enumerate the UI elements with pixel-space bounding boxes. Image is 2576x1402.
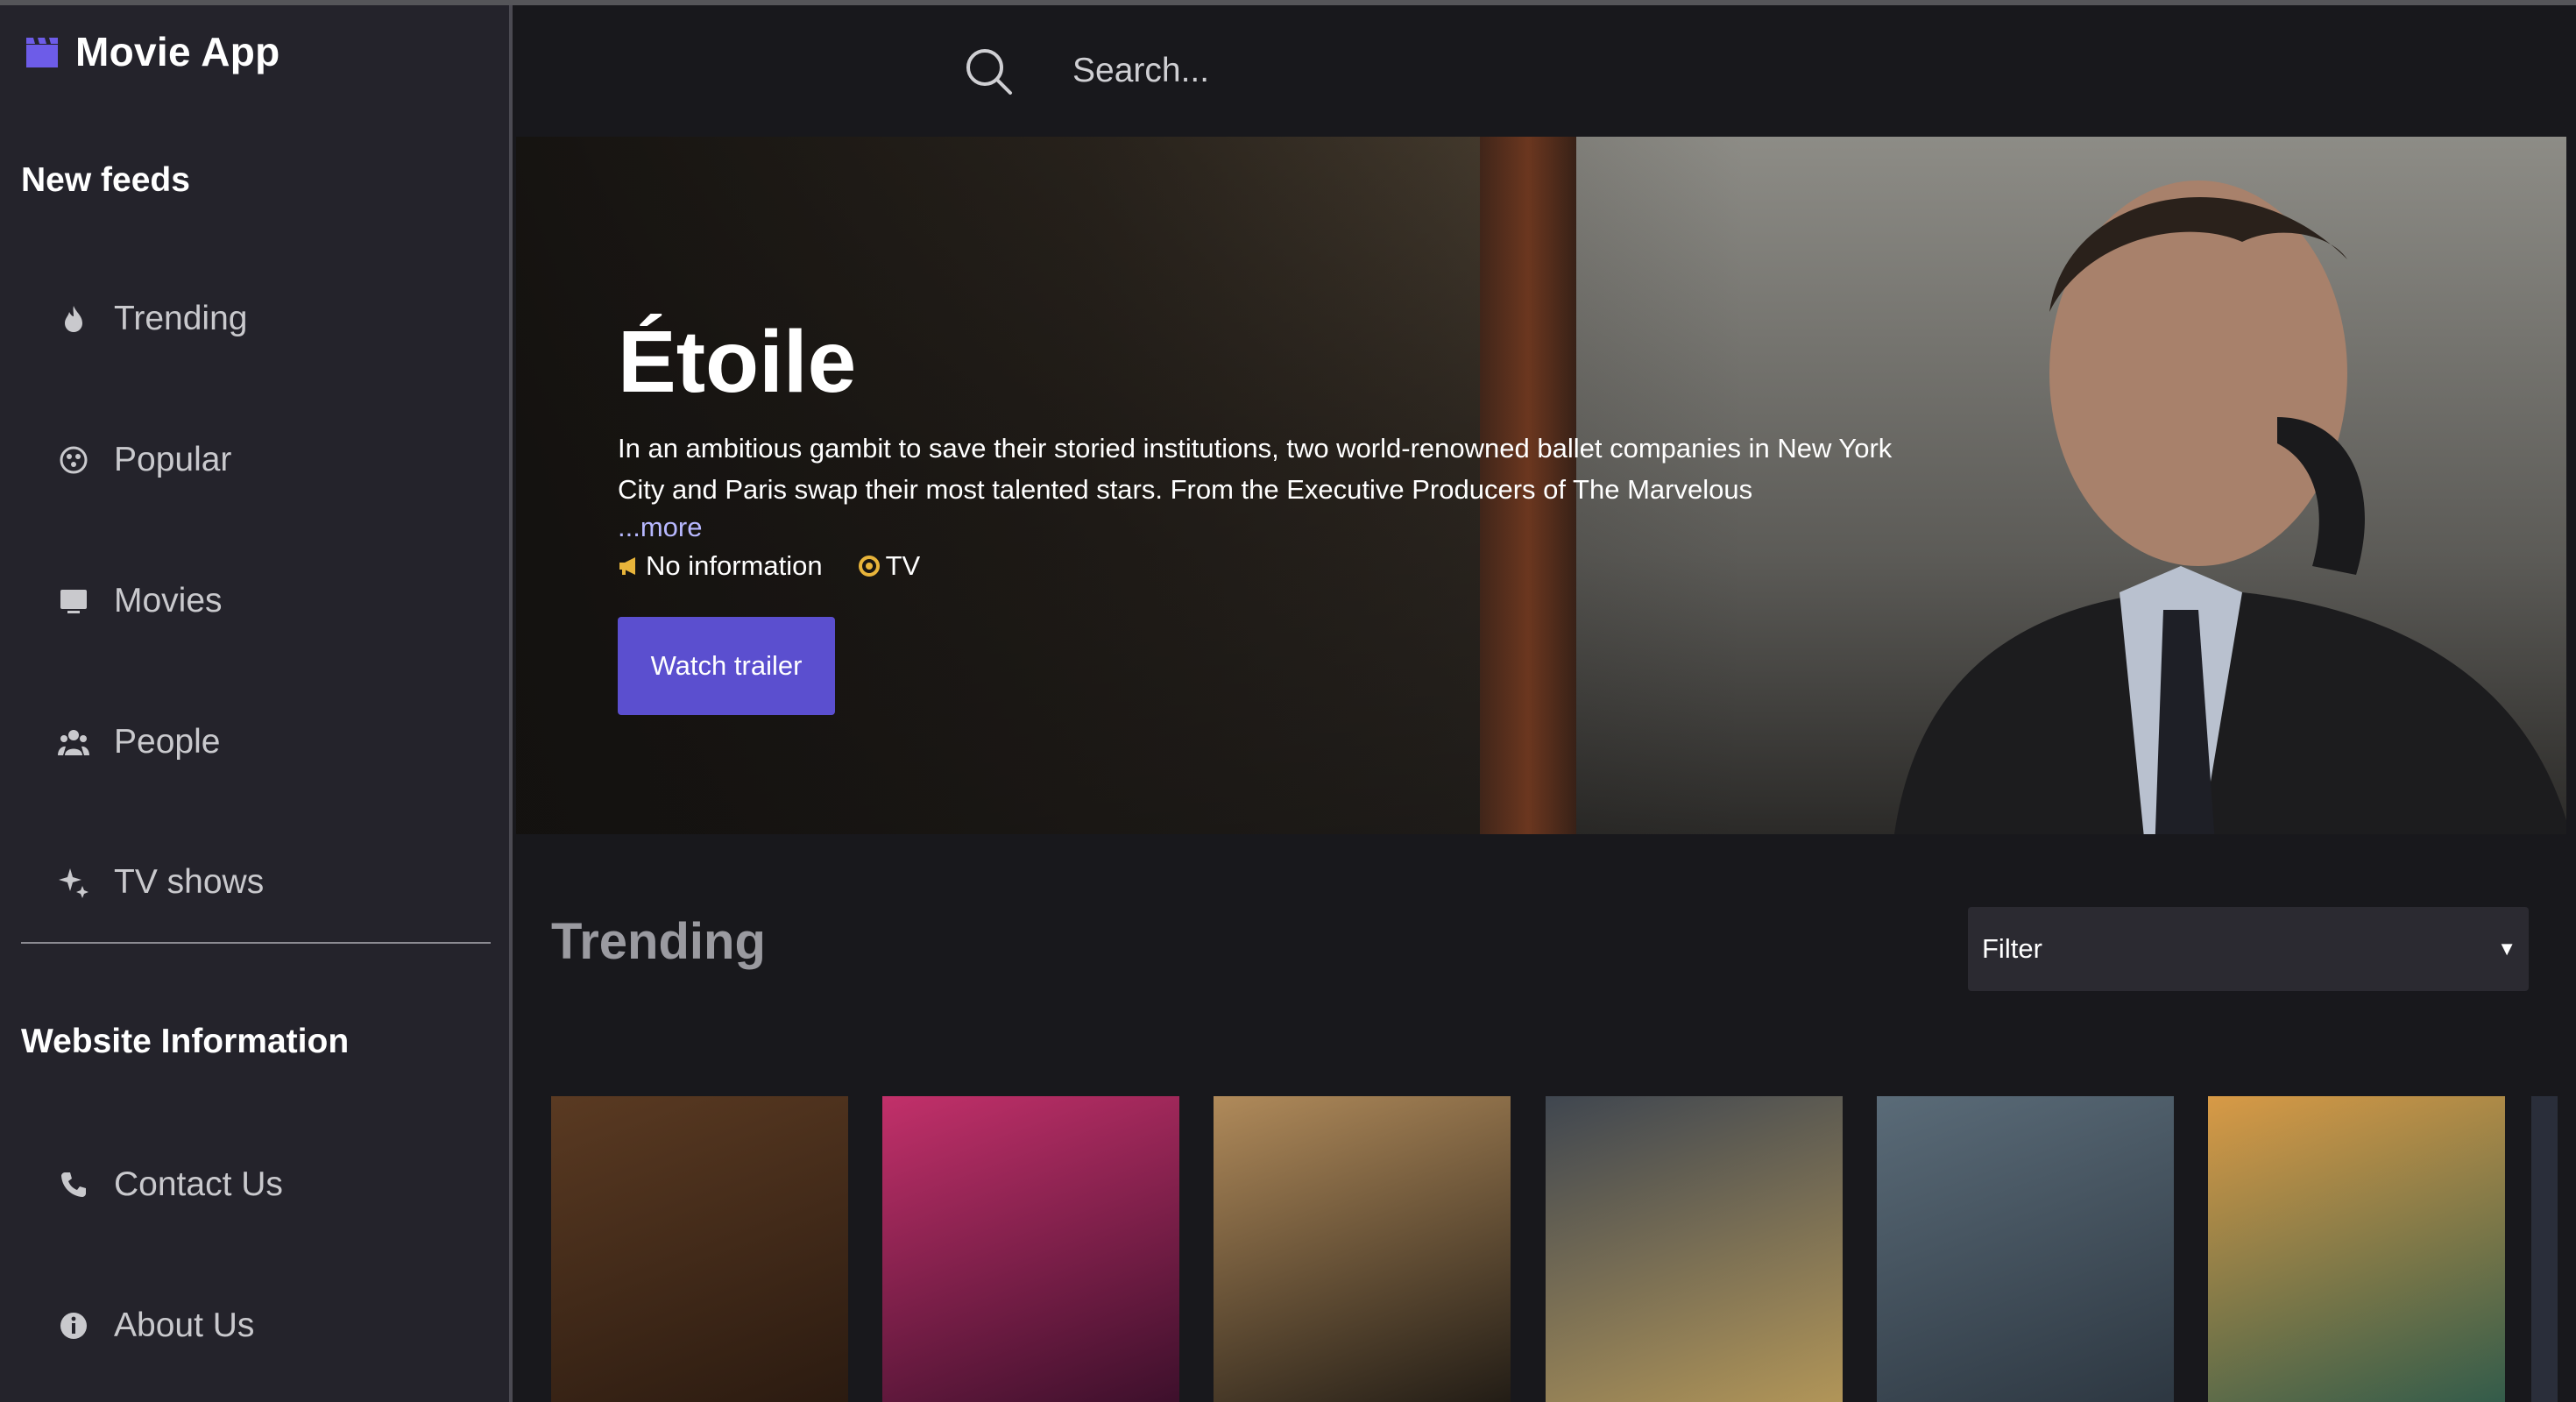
dropdown-arrow-icon: ▼ [2497, 938, 2516, 959]
nav-item-movies[interactable]: Movies [56, 570, 223, 632]
more-link[interactable]: ...more [618, 512, 702, 543]
brand[interactable]: Movie App [23, 28, 280, 75]
poster-card[interactable] [1214, 1096, 1511, 1402]
phone-icon [56, 1167, 91, 1202]
nav-label: About Us [114, 1306, 255, 1344]
trending-title: Trending [551, 913, 766, 970]
section-title-new-feeds: New feeds [21, 161, 190, 199]
clapperboard-icon [26, 38, 58, 67]
nav-item-popular[interactable]: Popular [56, 429, 231, 491]
poster-card[interactable] [551, 1096, 848, 1402]
sidebar-divider [21, 942, 491, 944]
circle-dot-icon [858, 556, 880, 577]
poster-card[interactable] [882, 1096, 1179, 1402]
sparkle-icon [56, 865, 91, 900]
nav-label: People [114, 723, 221, 761]
nav-label: Trending [114, 300, 248, 337]
sidebar: Movie App New feeds Trending Popular Mov… [0, 5, 513, 1402]
meta-info-text: No information [646, 550, 823, 581]
hero-title: Étoile [618, 313, 857, 411]
poster-card[interactable] [1877, 1096, 2174, 1402]
search-icon[interactable] [963, 46, 1014, 96]
meta-info: No information [618, 550, 823, 582]
nav-label: Popular [114, 441, 232, 478]
flame-icon [56, 301, 91, 336]
poster-card[interactable] [1546, 1096, 1843, 1402]
nav-item-trending[interactable]: Trending [56, 288, 247, 350]
hero-meta: No information TV [618, 550, 1897, 582]
main-content: Étoile In an ambitious gambit to save th… [516, 5, 2576, 1402]
people-icon [56, 725, 91, 760]
nav-item-tv-shows[interactable]: TV shows [56, 852, 264, 913]
meta-type: TV [858, 550, 921, 582]
info-icon [56, 1308, 91, 1343]
poster-card-partial[interactable] [2531, 1096, 2558, 1402]
nav-item-contact-us[interactable]: Contact Us [56, 1154, 283, 1215]
section-title-website-information: Website Information [21, 1023, 350, 1060]
search-input[interactable] [1072, 40, 1773, 102]
meta-type-text: TV [885, 550, 921, 581]
app-title: Movie App [75, 29, 280, 74]
trending-posters [551, 1096, 2576, 1402]
movie-icon [56, 584, 91, 619]
filter-select[interactable]: Filter ▼ [1968, 907, 2529, 991]
top-bar [516, 5, 2576, 137]
poster-card[interactable] [2208, 1096, 2505, 1402]
movie-app: Movie App New feeds Trending Popular Mov… [0, 5, 2576, 1402]
megaphone-icon [619, 557, 635, 575]
nav-item-about-us[interactable]: About Us [56, 1295, 254, 1356]
hero-description: In an ambitious gambit to save their sto… [618, 433, 1893, 505]
nav-label: Contact Us [114, 1165, 283, 1203]
nav-label: Movies [114, 582, 223, 620]
filter-label: Filter [1982, 933, 2042, 964]
hero-content: Étoile In an ambitious gambit to save th… [618, 316, 1897, 715]
hero-banner: Étoile In an ambitious gambit to save th… [516, 137, 2566, 834]
popular-icon [56, 443, 91, 478]
nav-item-people[interactable]: People [56, 712, 220, 773]
watch-trailer-button[interactable]: Watch trailer [618, 617, 835, 715]
nav-label: TV shows [114, 863, 265, 901]
